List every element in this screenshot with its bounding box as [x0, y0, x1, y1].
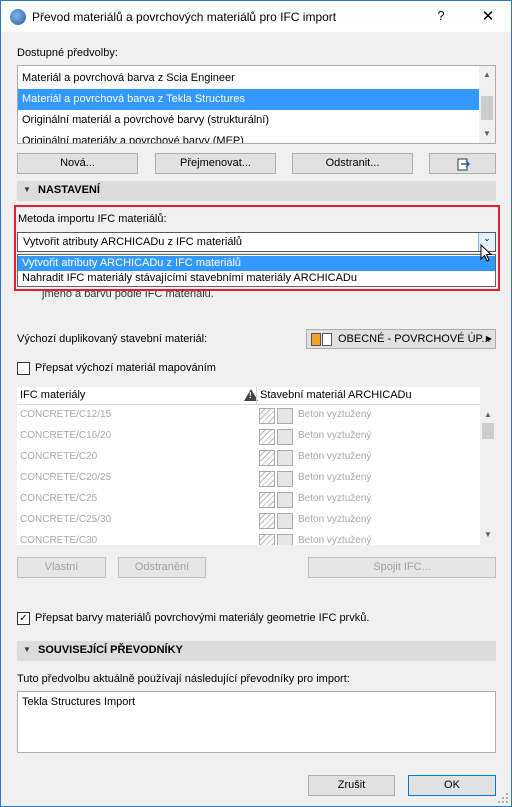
- related-translators-list: Tekla Structures Import: [17, 691, 496, 753]
- fill-pattern-icon: [259, 534, 275, 545]
- remove-mapping-button[interactable]: Odstranění: [118, 557, 206, 578]
- title-bar: Převod materiálů a povrchových materiálů…: [1, 1, 511, 32]
- surface-swatch-icon: [277, 408, 293, 424]
- archicad-material: Beton vyztužený: [298, 514, 372, 525]
- collapse-arrow-icon: ▼: [23, 185, 31, 194]
- surface-swatch-icon: [277, 471, 293, 487]
- override-label: Přepsat výchozí materiál mapováním: [35, 362, 216, 374]
- warning-mark: !: [249, 391, 252, 400]
- resize-grip-icon[interactable]: [497, 792, 509, 804]
- table-row[interactable]: CONCRETE/C30 Beton vyztužený: [17, 531, 480, 545]
- archicad-material: Beton vyztužený: [298, 451, 372, 462]
- table-row[interactable]: CONCRETE/C20/25 Beton vyztužený: [17, 468, 480, 489]
- close-button[interactable]: ✕: [479, 7, 497, 25]
- archicad-material: Beton vyztužený: [298, 493, 372, 504]
- ifc-material: CONCRETE/C25/30: [20, 514, 112, 525]
- fill-pattern-icon: [259, 471, 275, 487]
- translator-item: Tekla Structures Import: [22, 696, 136, 708]
- ifc-material: CONCRETE/C20/25: [20, 472, 112, 483]
- table-scrollbar[interactable]: ▲ ▼: [480, 387, 496, 545]
- overwrite-colors-checkbox[interactable]: ✓: [17, 612, 30, 625]
- ifc-material: CONCRETE/C25: [20, 493, 98, 504]
- archicad-material: Beton vyztužený: [298, 535, 372, 545]
- surface-swatch-icon: [277, 513, 293, 529]
- scroll-down-icon[interactable]: ▼: [482, 529, 494, 541]
- collapse-arrow-icon: ▼: [23, 645, 31, 654]
- table-row[interactable]: CONCRETE/C16/20 Beton vyztužený: [17, 426, 480, 447]
- new-preset-button[interactable]: Nová...: [17, 153, 138, 174]
- presets-scrollbar[interactable]: ▲ ▼: [479, 66, 495, 143]
- archicad-material: Beton vyztužený: [298, 430, 372, 441]
- import-method-value: Vytvořit atributy ARCHICADu z IFC materi…: [23, 236, 243, 248]
- export-preset-button[interactable]: [429, 153, 496, 174]
- surface-swatch-icon: [277, 450, 293, 466]
- merge-ifc-button[interactable]: Spojit IFC...: [308, 557, 496, 578]
- presets-label: Dostupné předvolby:: [17, 47, 118, 59]
- preset-item[interactable]: Materiál a povrchová barva z Scia Engine…: [18, 68, 495, 89]
- overwrite-colors-label: Přepsat barvy materiálů povrchovými mate…: [35, 612, 370, 624]
- custom-button[interactable]: Vlastní: [17, 557, 106, 578]
- col-ifc-header: IFC materiály: [20, 389, 86, 401]
- preset-item-selected[interactable]: Materiál a povrchová barva z Tekla Struc…: [18, 89, 479, 110]
- column-divider: [256, 387, 257, 405]
- help-button[interactable]: ?: [433, 8, 449, 24]
- import-method-label: Metoda importu IFC materiálů:: [18, 213, 167, 225]
- related-section-title: SOUVISEJÍCÍ PŘEVODNÍKY: [38, 644, 183, 656]
- scroll-down-icon[interactable]: ▼: [481, 128, 493, 140]
- ifc-material: CONCRETE/C16/20: [20, 430, 112, 441]
- fill-pattern-icon: [259, 429, 275, 445]
- default-material-picker[interactable]: OBECNÉ - POVRCHOVÉ ÚP... ▶: [306, 329, 496, 349]
- chevron-right-icon: ▶: [485, 334, 492, 343]
- settings-section-title: NASTAVENÍ: [38, 184, 100, 196]
- table-header: IFC materiály ! Stavební materiál ARCHIC…: [17, 387, 480, 405]
- table-row[interactable]: CONCRETE/C25/30 Beton vyztužený: [17, 510, 480, 531]
- remove-preset-button[interactable]: Odstranit...: [292, 153, 413, 174]
- export-icon: [457, 158, 470, 171]
- scroll-thumb[interactable]: [481, 96, 493, 120]
- related-section-header[interactable]: ▼ SOUVISEJÍCÍ PŘEVODNÍKY: [17, 641, 496, 661]
- fill-pattern-icon: [259, 450, 275, 466]
- fill-pattern-icon: [259, 408, 275, 424]
- col-archicad-header: Stavební materiál ARCHICADu: [260, 389, 412, 401]
- surface-swatch-icon: [277, 534, 293, 545]
- import-method-dropdown[interactable]: Vytvořit atributy ARCHICADu z IFC materi…: [17, 254, 496, 287]
- archicad-app-icon: [10, 9, 26, 25]
- settings-section-header[interactable]: ▼ NASTAVENÍ: [17, 181, 496, 201]
- preset-item[interactable]: Originální materiál a povrchové barvy (s…: [18, 110, 495, 131]
- archicad-material: Beton vyztužený: [298, 472, 372, 483]
- presets-list[interactable]: Materiál a povrchová barva z Scia Engine…: [17, 65, 496, 144]
- surface-swatch-icon: [277, 492, 293, 508]
- import-method-combo[interactable]: Vytvořit atributy ARCHICADu z IFC materi…: [17, 232, 496, 252]
- dialog-title: Převod materiálů a povrchových materiálů…: [32, 10, 337, 24]
- rename-preset-button[interactable]: Přejmenovat...: [155, 153, 276, 174]
- ifc-material: CONCRETE/C30: [20, 535, 98, 545]
- scroll-thumb[interactable]: [482, 423, 494, 439]
- ok-button[interactable]: OK: [408, 775, 496, 796]
- table-row[interactable]: CONCRETE/C25 Beton vyztužený: [17, 489, 480, 510]
- override-checkbox[interactable]: [17, 362, 30, 375]
- method-option-selected[interactable]: Vytvořit atributy ARCHICADu z IFC materi…: [18, 256, 495, 271]
- scroll-up-icon[interactable]: ▲: [481, 69, 493, 81]
- method-option[interactable]: Nahradit IFC materiály stávajícími stave…: [18, 271, 495, 286]
- fill-pattern-icon: [259, 513, 275, 529]
- surface-swatch-icon: [322, 333, 332, 346]
- scroll-up-icon[interactable]: ▲: [482, 409, 494, 421]
- related-description: Tuto předvolbu aktuálně používají násled…: [17, 673, 350, 685]
- ifc-material: CONCRETE/C12/15: [20, 409, 112, 420]
- material-swatch-icon: [311, 333, 321, 346]
- preset-item[interactable]: Originální materiály a povrchové barvy (…: [18, 131, 495, 143]
- default-material-label: Výchozí duplikovaný stavební materiál:: [17, 333, 208, 345]
- table-row[interactable]: CONCRETE/C12/15 Beton vyztužený: [17, 405, 480, 426]
- surface-swatch-icon: [277, 429, 293, 445]
- table-row[interactable]: CONCRETE/C20 Beton vyztužený: [17, 447, 480, 468]
- cancel-button[interactable]: Zrušit: [308, 775, 395, 796]
- archicad-material: Beton vyztužený: [298, 409, 372, 420]
- ifc-material: CONCRETE/C20: [20, 451, 98, 462]
- mapping-table: IFC materiály ! Stavební materiál ARCHIC…: [17, 387, 496, 545]
- default-material-value: OBECNÉ - POVRCHOVÉ ÚP...: [338, 333, 491, 345]
- mouse-cursor-icon: [480, 244, 493, 262]
- dialog-window: Převod materiálů a povrchových materiálů…: [0, 0, 512, 807]
- fill-pattern-icon: [259, 492, 275, 508]
